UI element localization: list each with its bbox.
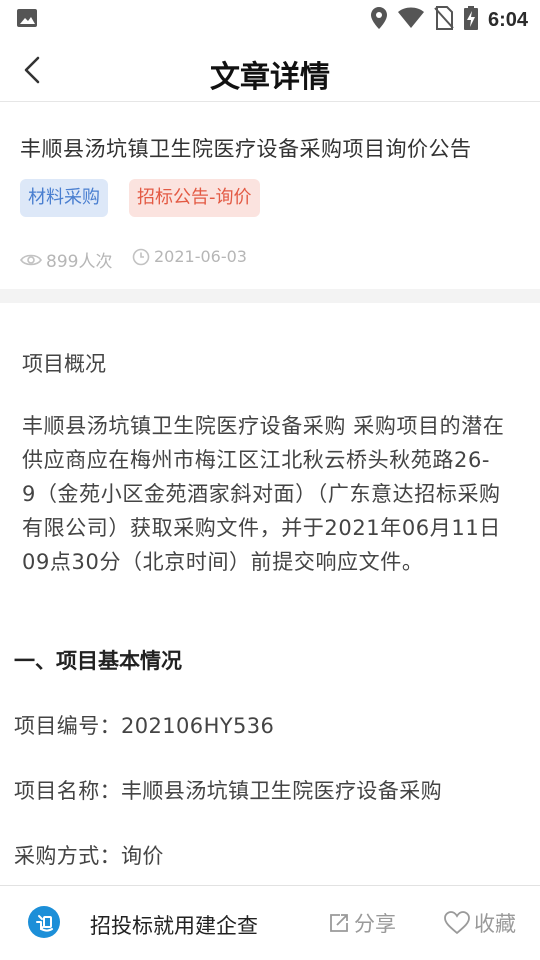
project-name: 项目名称：丰顺县汤坑镇卫生院医疗设备采购: [14, 779, 442, 803]
overview-line: 9（金苑小区金苑酒家斜对面）（广东意达招标采购: [22, 482, 501, 506]
article-header: 丰顺县汤坑镇卫生院医疗设备采购项目询价公告 材料采购 招标公告-询价 899人次…: [0, 103, 540, 289]
share-button[interactable]: 分享: [328, 908, 396, 938]
status-icons: 6:04: [370, 6, 528, 34]
overview-line: 有限公司）获取采购文件，并于2021年06月11日: [22, 516, 501, 540]
section-heading: 一、项目基本情况: [14, 649, 182, 673]
page-title: 文章详情: [210, 60, 330, 95]
heart-icon: [444, 911, 470, 935]
article-title: 丰顺县汤坑镇卫生院医疗设备采购项目询价公告: [20, 137, 472, 161]
favorite-button[interactable]: 收藏: [444, 908, 516, 938]
project-number: 项目编号：202106HY536: [14, 714, 275, 738]
view-count-text: 899人次: [46, 252, 113, 272]
section-divider: [0, 289, 540, 303]
share-icon: [330, 914, 348, 932]
eye-icon: [20, 254, 42, 265]
procurement-method: 采购方式：询价: [14, 844, 164, 868]
status-bar: 6:04: [0, 0, 540, 38]
view-count: 899人次: [20, 247, 112, 272]
tag-material-procurement[interactable]: 材料采购: [20, 179, 108, 217]
promo-link[interactable]: 招投标就用建企查: [90, 910, 258, 940]
overview-title: 项目概况: [22, 352, 106, 376]
location-icon: [370, 6, 388, 34]
publish-date-text: 2021-06-03: [154, 247, 247, 266]
article-content[interactable]: 项目概况 丰顺县汤坑镇卫生院医疗设备采购 采购项目的潜在 供应商应在梅州市梅江区…: [0, 303, 540, 885]
favorite-label: 收藏: [474, 912, 516, 936]
overview-line: 供应商应在梅州市梅江区江北秋云桥头秋苑路26-: [22, 448, 491, 472]
app-logo-icon[interactable]: [28, 906, 60, 938]
clock-icon: [132, 248, 150, 265]
image-icon: [16, 8, 38, 32]
wifi-icon: [397, 7, 424, 33]
no-sim-icon: [434, 6, 454, 34]
status-time: 6:04: [487, 8, 528, 31]
bottom-action-bar: 招投标就用建企查 分享 收藏: [0, 885, 540, 960]
battery-charging-icon: [463, 6, 478, 34]
publish-date: 2021-06-03: [132, 247, 247, 266]
overview-paragraph: 丰顺县汤坑镇卫生院医疗设备采购 采购项目的潜在 供应商应在梅州市梅江区江北秋云桥…: [22, 409, 527, 579]
tag-bid-announcement[interactable]: 招标公告-询价: [129, 179, 260, 217]
overview-line: 丰顺县汤坑镇卫生院医疗设备采购 采购项目的潜在: [22, 414, 505, 438]
overview-line: 09点30分（北京时间）前提交响应文件。: [22, 550, 424, 574]
share-label: 分享: [354, 912, 396, 936]
top-nav-bar: 文章详情: [0, 38, 540, 102]
